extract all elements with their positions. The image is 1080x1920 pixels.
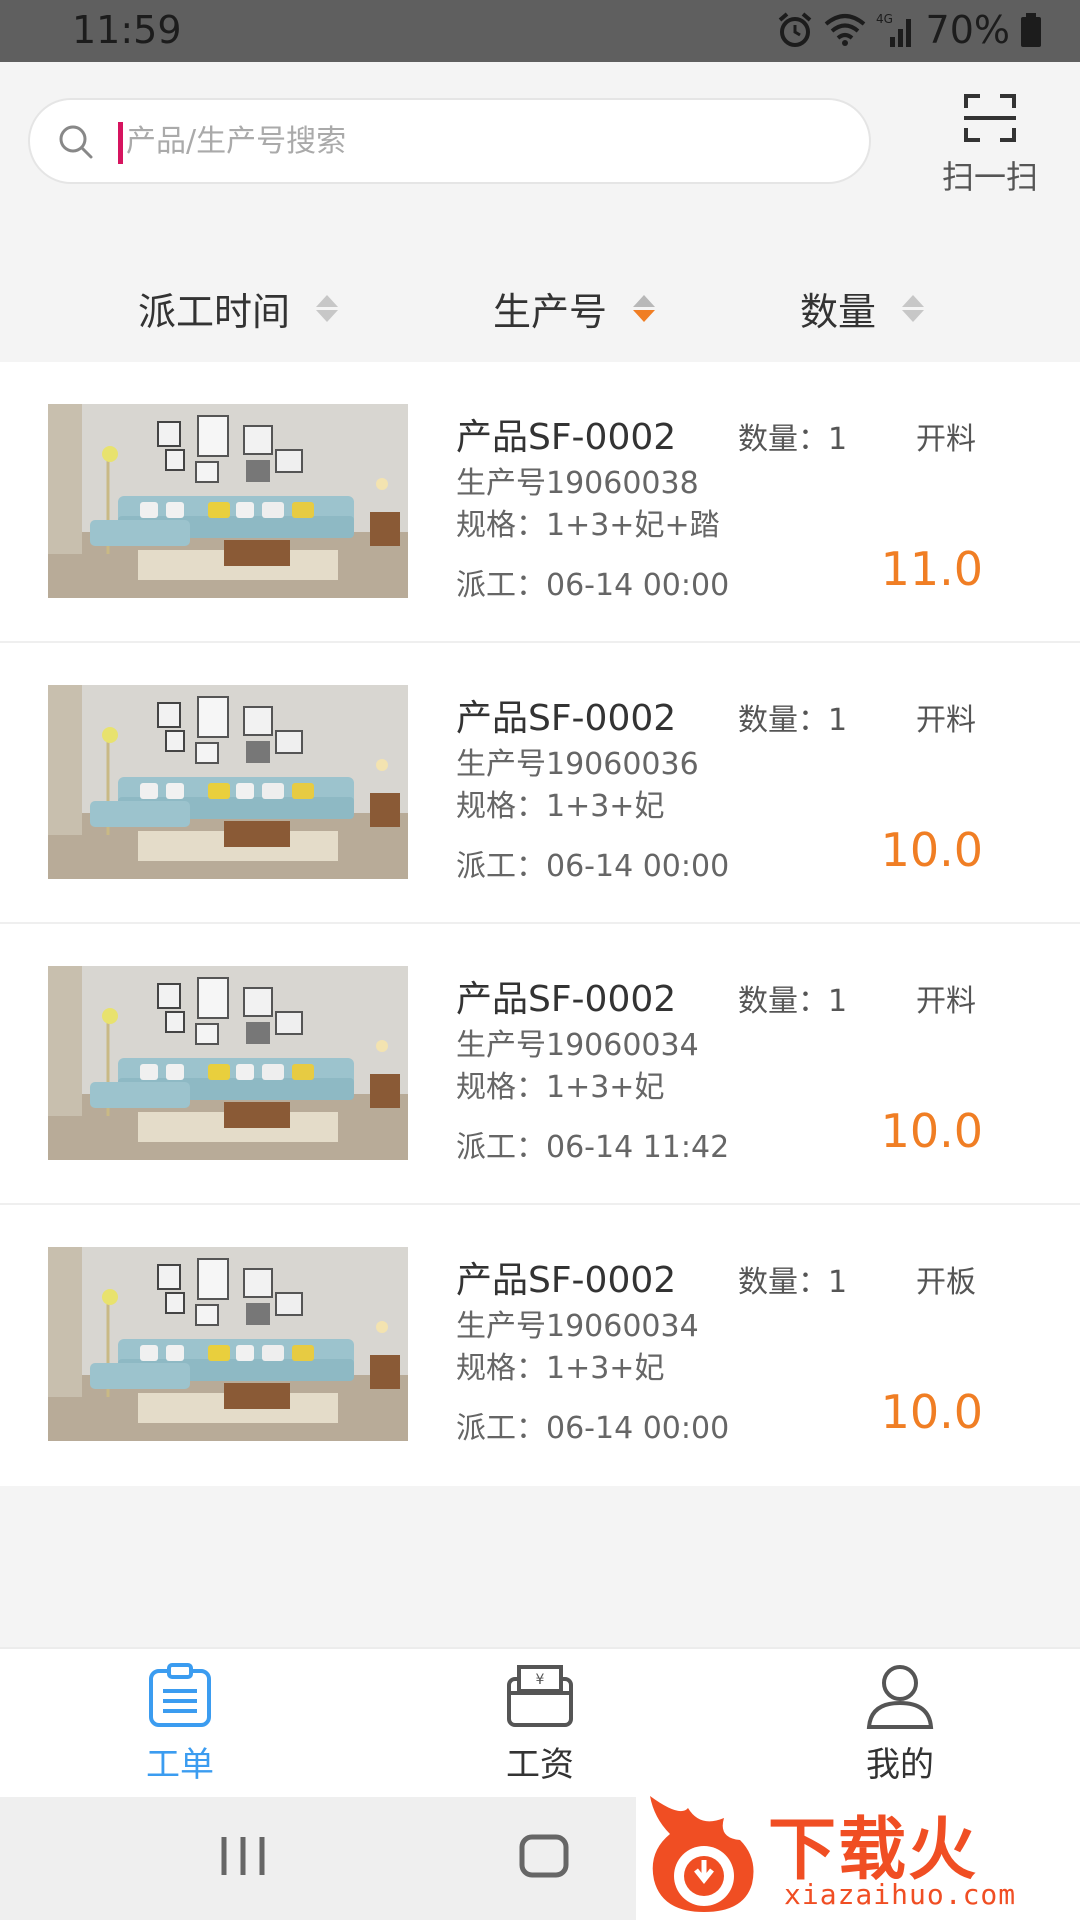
process-step: 开料 — [916, 703, 976, 738]
wifi-icon — [824, 14, 865, 46]
product-thumbnail — [48, 404, 408, 598]
status-icons: 4G 70% — [776, 8, 1042, 52]
dispatch-time: 派工：06-14 11:42 — [456, 1130, 730, 1165]
sort-dispatch-time[interactable]: 派工时间 — [138, 280, 339, 336]
quantity: 数量：1 — [738, 422, 848, 457]
nav-label: 我的 — [866, 1745, 934, 1785]
status-time: 11:59 — [72, 8, 182, 52]
text-cursor — [118, 122, 123, 164]
bottom-nav: 工单 ¥ 工资 我的 — [0, 1647, 1080, 1797]
product-thumbnail — [48, 1247, 408, 1441]
specification: 规格：1+3+妃 — [456, 1351, 665, 1386]
sort-arrows-icon — [902, 294, 925, 322]
signal-icon: 4G — [876, 12, 911, 47]
work-order-item[interactable]: 产品SF-0002 数量：1 开料 生产号19060036 规格：1+3+妃 派… — [0, 643, 1080, 924]
production-number: 生产号19060034 — [456, 1309, 699, 1344]
work-order-item[interactable]: 产品SF-0002 数量：1 开料 生产号19060038 规格：1+3+妃+踏… — [0, 362, 1080, 643]
home-icon[interactable] — [518, 1833, 570, 1879]
nav-label: 工资 — [506, 1745, 574, 1785]
quantity: 数量：1 — [738, 703, 848, 738]
product-name: 产品SF-0002 — [456, 1260, 677, 1301]
svg-text:¥: ¥ — [536, 1672, 545, 1688]
nav-wages[interactable]: ¥ 工资 — [440, 1663, 640, 1786]
price: 10.0 — [880, 1104, 983, 1158]
network-type: 4G — [876, 12, 893, 26]
dispatch-time: 派工：06-14 00:00 — [456, 568, 730, 603]
specification: 规格：1+3+妃 — [456, 789, 665, 824]
nav-label: 工单 — [146, 1745, 214, 1785]
clipboard-icon — [149, 1663, 211, 1727]
work-order-item[interactable]: 产品SF-0002 数量：1 开板 生产号19060034 规格：1+3+妃 派… — [0, 1205, 1080, 1486]
sort-arrows-icon — [633, 294, 656, 322]
battery-percent: 70% — [925, 8, 1010, 52]
sort-label: 派工时间 — [138, 289, 291, 334]
sort-bar: 派工时间 生产号 数量 — [0, 258, 1080, 358]
sort-label: 数量 — [800, 289, 877, 334]
price: 10.0 — [880, 1385, 983, 1439]
dispatch-time: 派工：06-14 00:00 — [456, 1411, 730, 1446]
recent-apps-icon[interactable] — [218, 1833, 268, 1879]
price: 11.0 — [880, 542, 983, 596]
production-number: 生产号19060034 — [456, 1028, 699, 1063]
dispatch-time: 派工：06-14 00:00 — [456, 849, 730, 884]
alarm-icon — [778, 12, 811, 47]
wallet-icon: ¥ — [507, 1665, 573, 1727]
product-name: 产品SF-0002 — [456, 417, 677, 458]
production-number: 生产号19060036 — [456, 747, 699, 782]
work-order-item[interactable]: 产品SF-0002 数量：1 开料 生产号19060034 规格：1+3+妃 派… — [0, 924, 1080, 1205]
search-box[interactable] — [28, 98, 871, 184]
specification: 规格：1+3+妃 — [456, 1070, 665, 1105]
user-icon — [866, 1665, 934, 1729]
nav-mine[interactable]: 我的 — [800, 1663, 1000, 1786]
watermark-url: xiazaihuo.com — [784, 1878, 1017, 1911]
sort-label: 生产号 — [493, 289, 608, 334]
product-thumbnail — [48, 966, 408, 1160]
process-step: 开料 — [916, 422, 976, 457]
battery-icon — [1021, 13, 1041, 47]
scan-button[interactable]: 扫一扫 — [928, 92, 1052, 202]
sort-arrows-icon — [316, 294, 339, 322]
work-order-list: 产品SF-0002 数量：1 开料 生产号19060038 规格：1+3+妃+踏… — [0, 362, 1080, 1486]
quantity: 数量：1 — [738, 1265, 848, 1300]
scan-icon — [964, 94, 1016, 142]
flame-logo-icon — [650, 1796, 754, 1912]
search-input[interactable] — [126, 110, 826, 172]
quantity: 数量：1 — [738, 984, 848, 1019]
product-name: 产品SF-0002 — [456, 698, 677, 739]
search-icon — [59, 125, 93, 159]
sort-quantity[interactable]: 数量 — [800, 280, 925, 336]
product-thumbnail — [48, 685, 408, 879]
watermark: 下载火 xiazaihuo.com — [636, 1784, 1080, 1920]
status-bar: 11:59 4G 70% — [0, 0, 1080, 62]
header: 扫一扫 派工时间 生产号 数量 — [0, 62, 1080, 362]
process-step: 开料 — [916, 984, 976, 1019]
nav-work-orders[interactable]: 工单 — [80, 1663, 280, 1786]
specification: 规格：1+3+妃+踏 — [456, 508, 720, 543]
scan-label: 扫一扫 — [941, 158, 1038, 196]
production-number: 生产号19060038 — [456, 466, 699, 501]
process-step: 开板 — [916, 1265, 976, 1300]
price: 10.0 — [880, 823, 983, 877]
sort-production-no[interactable]: 生产号 — [493, 280, 656, 336]
product-name: 产品SF-0002 — [456, 979, 677, 1020]
